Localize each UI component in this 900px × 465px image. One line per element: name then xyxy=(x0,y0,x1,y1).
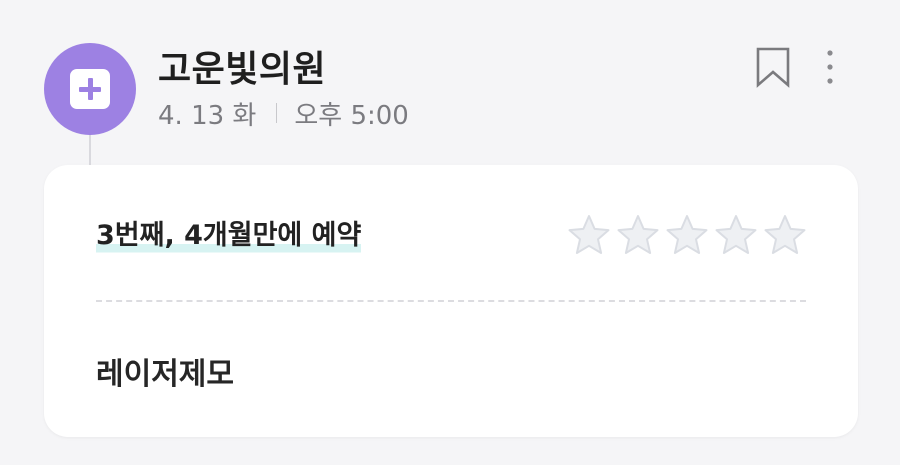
visit-record-card[interactable]: 3번째, 4개월만에 예약 레이저제모 xyxy=(44,165,858,437)
star-rating[interactable] xyxy=(566,212,808,258)
hospital-plus-icon xyxy=(44,43,136,135)
star-icon[interactable] xyxy=(615,212,661,258)
clinic-name[interactable]: 고운빛의원 xyxy=(158,40,326,92)
more-options-button[interactable] xyxy=(816,47,844,87)
visit-date: 4. 13 화 xyxy=(158,100,257,131)
star-icon[interactable] xyxy=(762,212,808,258)
card-divider xyxy=(96,300,806,302)
date-time-separator xyxy=(276,103,278,123)
visit-time: 오후 5:00 xyxy=(294,100,409,131)
visit-count-info: 3번째, 4개월만에 예약 xyxy=(96,218,362,254)
bookmark-icon xyxy=(756,47,790,88)
star-icon[interactable] xyxy=(713,212,759,258)
visit-datetime: 4. 13 화 오후 5:00 xyxy=(158,96,409,131)
timeline-connector xyxy=(89,132,91,166)
star-icon[interactable] xyxy=(664,212,710,258)
treatment-name: 레이저제모 xyxy=(96,357,234,392)
star-icon[interactable] xyxy=(566,212,612,258)
more-vertical-icon xyxy=(827,50,833,84)
bookmark-button[interactable] xyxy=(752,45,794,89)
